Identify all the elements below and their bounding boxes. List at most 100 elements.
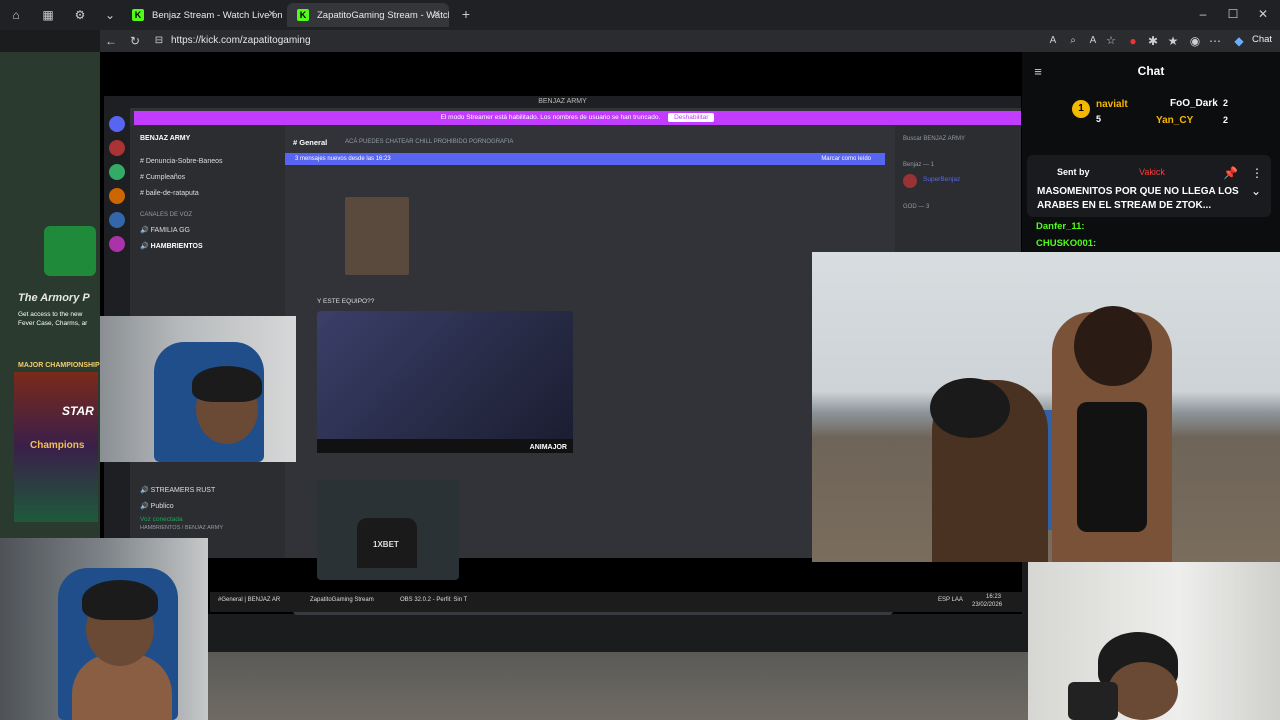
player-photo-attachment[interactable]: 1XBET	[317, 480, 459, 580]
extension-icon[interactable]: ●	[1126, 33, 1140, 49]
back-icon[interactable]: ←	[104, 33, 118, 49]
channel-label: STREAMERS RUST	[150, 487, 216, 494]
channel-cumpleanos[interactable]: # Cumpleaños	[140, 174, 185, 181]
leaderboard-name[interactable]: FoO_Dark	[1170, 98, 1218, 109]
server-icon[interactable]	[109, 140, 125, 156]
chat-label[interactable]: Chat	[1252, 34, 1272, 45]
url-field[interactable]: https://kick.com/zapatitogaming	[171, 33, 1031, 49]
minimize-icon[interactable]: –	[1196, 6, 1210, 22]
kick-favicon-icon: K	[132, 9, 144, 21]
image-tag: ANIMAJOR	[529, 444, 567, 451]
favorites-icon[interactable]: ★	[1166, 33, 1180, 49]
pinned-message[interactable]: Sent by Vakick 📌 ⋮ ⌄ MASOMENITOS POR QUE…	[1027, 155, 1271, 217]
photo-attachment[interactable]	[345, 197, 409, 275]
more-options-icon[interactable]: ⋮	[1251, 165, 1263, 181]
mark-read-button[interactable]: Marcar como leído	[821, 153, 871, 165]
chat-username[interactable]: Danfer_11:	[1036, 221, 1085, 232]
member-name[interactable]: SuperBenjaz	[923, 176, 960, 183]
channel-title-text: General	[299, 138, 328, 147]
read-aloud-icon[interactable]: A	[1086, 33, 1100, 49]
person-hair	[1074, 306, 1152, 386]
pinned-sent-by: Sent by	[1057, 167, 1090, 177]
tab-list-chevron-icon[interactable]: ⌄	[102, 7, 118, 23]
floor-strip	[208, 652, 1028, 720]
leaderboard-name[interactable]: navialt	[1096, 99, 1128, 110]
webcam-bottom-right	[1028, 562, 1280, 720]
pin-icon[interactable]: 📌	[1223, 165, 1238, 181]
workspaces-icon[interactable]: ▦	[40, 7, 56, 23]
banner-text: El modo Streamer está habilitado. Los no…	[440, 114, 661, 121]
taskbar-discord[interactable]: #General | BENJAZ AR	[218, 597, 280, 603]
expand-chevron-icon[interactable]: ⌄	[1251, 183, 1261, 199]
channel-label: Publico	[150, 503, 174, 510]
leaderboard-name[interactable]: Yan_CY	[1156, 115, 1193, 126]
profile-avatar-icon[interactable]: ◉	[1188, 33, 1202, 49]
rank-badge: 1	[1072, 100, 1090, 118]
taskbar-time: 16:23	[986, 594, 1002, 600]
refresh-icon[interactable]: ↻	[128, 33, 142, 49]
armory-title: The Armory P	[18, 292, 90, 304]
headset	[1068, 682, 1118, 720]
close-window-icon[interactable]: ✕	[1256, 6, 1270, 22]
favorite-star-icon[interactable]: ☆	[1104, 33, 1118, 49]
new-messages-text: 3 mensajes nuevos desde las 16:23	[295, 156, 391, 162]
server-icon[interactable]	[109, 236, 125, 252]
tab-title: ZapatitoGaming Stream - Watch L	[317, 9, 449, 21]
voice-category[interactable]: CANALES DE VOZ	[140, 212, 192, 218]
more-menu-icon[interactable]: ⋯	[1208, 33, 1222, 49]
webcam-bottom-left	[0, 538, 208, 720]
voice-connected-status: Voz conectada	[140, 516, 183, 523]
member-avatar[interactable]	[903, 174, 917, 188]
settings-gear-icon[interactable]: ⚙	[72, 7, 88, 23]
taskbar-obs[interactable]: OBS 32.0.2 - Perfil: Sin T	[400, 597, 467, 603]
beach-camera-feed	[812, 252, 1280, 562]
kick-favicon-icon: K	[297, 9, 309, 21]
channel-topic: ACÁ PUEDES CHATEAR CHILL PROHIBIDO PORNO…	[345, 139, 514, 145]
channel-denuncia[interactable]: # Denuncia-Sobre-Baneos	[140, 158, 223, 165]
voice-channel-familia[interactable]: 🔊 FAMILIA GG	[140, 226, 190, 234]
site-info-icon[interactable]: ⊟	[152, 33, 166, 49]
voice-channel-streamers-rust[interactable]: 🔊 STREAMERS RUST	[140, 486, 215, 494]
tab-benjaz-stream[interactable]: K Benjaz Stream - Watch Live on Kic ✕	[122, 3, 284, 27]
browser-tab-bar: ⌂ ▦ ⚙ ⌄ K Benjaz Stream - Watch Live on …	[0, 0, 1280, 30]
channel-label: FAMILIA GG	[150, 227, 190, 234]
channel-baile[interactable]: # baile-de-rataputa	[140, 190, 199, 197]
home-icon[interactable]: ⌂	[8, 7, 24, 23]
extensions-puzzle-icon[interactable]: ✱	[1146, 33, 1160, 49]
search-field[interactable]: Buscar BENJAZ ARMY	[903, 136, 965, 142]
server-icon[interactable]	[109, 188, 125, 204]
close-tab-icon[interactable]: ✕	[268, 9, 276, 20]
server-name[interactable]: BENJAZ ARMY	[140, 135, 190, 142]
tab-zapatito-stream[interactable]: K ZapatitoGaming Stream - Watch L ✕	[287, 3, 449, 27]
pinned-message-text: MASOMENITOS POR QUE NO LLEGA LOS ARABES …	[1037, 186, 1239, 211]
server-icon[interactable]	[109, 212, 125, 228]
zoom-icon[interactable]: ⌕	[1066, 33, 1080, 49]
chat-area: # General ACÁ PUEDES CHATEAR CHILL PROHI…	[285, 126, 895, 615]
copilot-icon[interactable]: ◆	[1232, 33, 1246, 49]
pinned-user[interactable]: Vakick	[1139, 167, 1165, 177]
channel-title: # General	[293, 138, 328, 147]
team-photo-attachment[interactable]: ANIMAJOR	[317, 311, 573, 453]
translate-icon[interactable]: A	[1046, 33, 1060, 49]
disable-button[interactable]: Deshabilitar	[668, 113, 715, 122]
streamer-hair	[82, 580, 158, 620]
message-text: Y ESTE EQUIPO??	[317, 298, 375, 305]
new-tab-icon[interactable]: +	[458, 6, 474, 22]
close-tab-icon[interactable]: ✕	[433, 9, 441, 20]
streamer-hair	[192, 366, 262, 402]
taskbar-browser[interactable]: ZapatitoGaming Stream	[310, 597, 374, 603]
person-hair	[930, 378, 1010, 438]
server-icon[interactable]	[109, 164, 125, 180]
discord-title: BENJAZ ARMY	[104, 96, 1021, 108]
address-toolbar: ← ↻ ⊟ https://kick.com/zapatitogaming A …	[100, 30, 1280, 52]
taskbar-language[interactable]: ESP LAA	[938, 597, 963, 603]
chat-username[interactable]: CHUSKO001:	[1036, 238, 1096, 249]
voice-channel-publico[interactable]: 🔊 Publico	[140, 502, 174, 510]
streamer-mode-banner: El modo Streamer está habilitado. Los no…	[134, 111, 1021, 125]
home-server-icon[interactable]	[109, 116, 125, 132]
new-messages-bar[interactable]: 3 mensajes nuevos desde las 16:23 Marcar…	[285, 153, 885, 165]
streamer-face	[1108, 662, 1178, 720]
maximize-icon[interactable]: ☐	[1226, 6, 1240, 22]
voice-channel-hambrientos[interactable]: 🔊 HAMBRIENTOS	[140, 242, 203, 250]
channel-label: Denuncia-Sobre-Baneos	[145, 158, 223, 165]
